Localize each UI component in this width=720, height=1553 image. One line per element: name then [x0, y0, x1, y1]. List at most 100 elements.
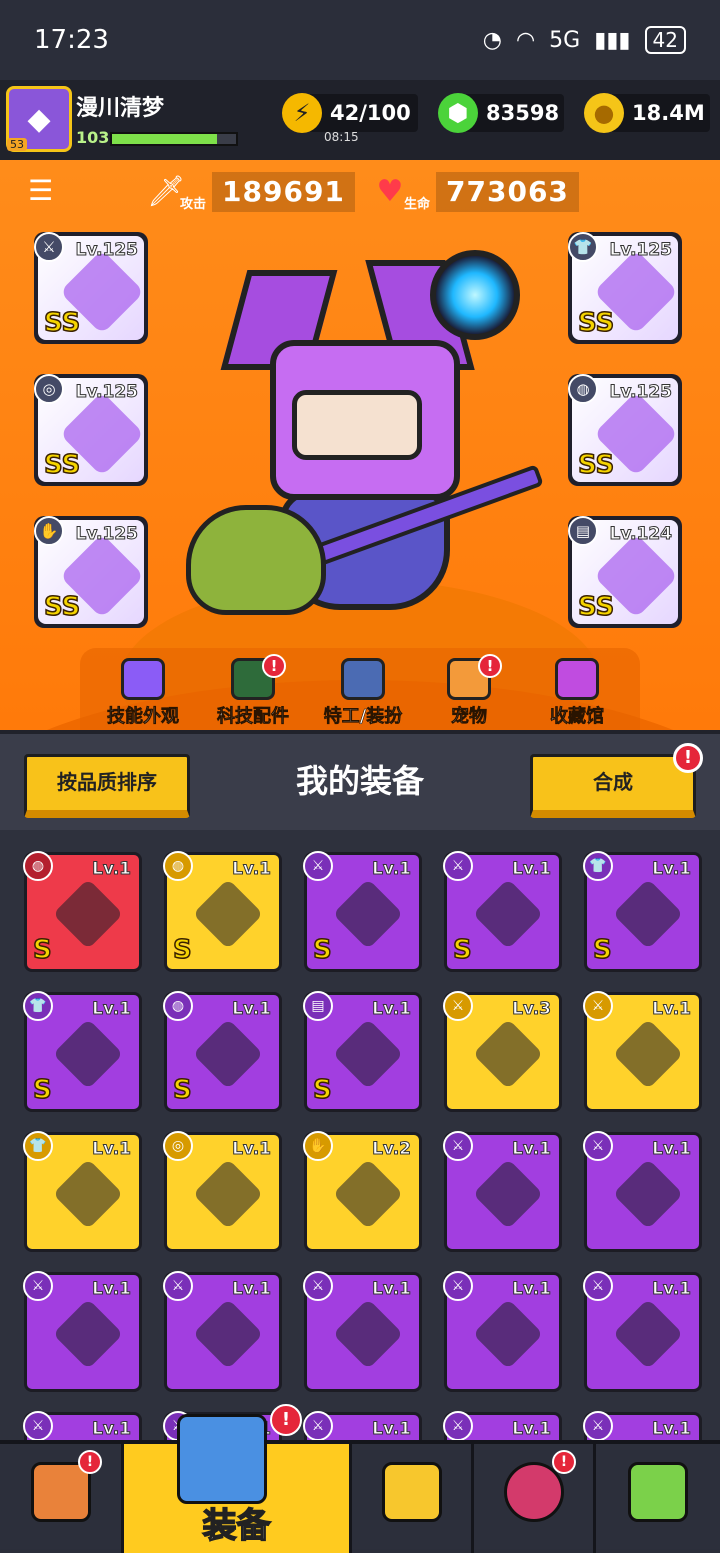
menu-label: 宠物 — [451, 706, 488, 728]
weapon-type-icon: ⚔ — [583, 991, 613, 1021]
belt-type-icon: ◍ — [163, 991, 193, 1021]
inventory-item[interactable]: ⚔ Lv.1 — [443, 1411, 562, 1440]
weapon-type-icon: ⚔ — [163, 1271, 193, 1301]
inventory-item[interactable]: ⚔ Lv.1 S — [443, 851, 562, 972]
weapon-type-icon: ⚔ — [443, 1131, 473, 1161]
character-display: ☰ 🗡 攻击 189691 ♥ 生命 773063 ⚔ Lv.125 SS ◎ … — [0, 160, 720, 730]
merge-label: 合成 — [593, 770, 633, 794]
tab-equipment[interactable]: ! 装备 — [124, 1404, 352, 1553]
slot-level: Lv.125 — [75, 240, 138, 261]
inventory-item[interactable]: ⚔ Lv.1 — [583, 1271, 702, 1392]
slot-level: Lv.125 — [75, 382, 138, 403]
weapon-type-icon: ⚔ — [443, 851, 473, 881]
inventory-item[interactable]: ◍ Lv.1 S — [23, 851, 142, 972]
menu-tech-parts[interactable]: 科技配件 ! — [198, 654, 308, 730]
item-rank: S — [312, 934, 332, 966]
weapon-type-icon: ⚔ — [583, 1411, 613, 1440]
clock: 17:23 — [34, 25, 109, 55]
tab-shop[interactable]: ! — [0, 1444, 124, 1553]
player-avatar[interactable]: ◆ 53 — [6, 86, 72, 152]
gold-coin-icon: ● — [584, 93, 624, 133]
item-level: Lv.1 — [512, 1419, 552, 1440]
inventory-item[interactable]: ⚔ Lv.1 — [583, 991, 702, 1112]
inventory-item[interactable]: 👕 Lv.1 S — [583, 851, 702, 972]
speed-icon: ◔ — [482, 27, 502, 53]
equipped-slot-armor[interactable]: 👕 Lv.125 SS — [568, 232, 682, 344]
merge-button[interactable]: 合成 ! — [530, 743, 703, 818]
attack-value: 189691 — [212, 172, 355, 212]
slot-rank: SS — [43, 307, 81, 339]
inventory-item[interactable]: ✋ Lv.2 — [303, 1131, 422, 1252]
inventory-item[interactable]: ◍ Lv.1 S — [163, 991, 282, 1112]
tab-talent[interactable]: ! — [474, 1444, 596, 1553]
menu-label: 特工/装扮 — [323, 706, 403, 728]
green-gem-icon: ⬢ — [438, 93, 478, 133]
bottom-tab-bar: ! ! 装备 ! — [0, 1404, 720, 1553]
menu-label: 技能外观 — [107, 706, 180, 728]
inventory-item[interactable]: ⚔ Lv.1 — [583, 1411, 702, 1440]
equipped-slot-necklace[interactable]: ◎ Lv.125 SS — [34, 374, 148, 486]
sort-by-quality-button[interactable]: 按品质排序 — [24, 754, 190, 818]
coin-counter[interactable]: ● 18.4M — [584, 93, 710, 133]
weapon-art — [472, 878, 544, 950]
hp-stat: ♥ 生命 773063 — [370, 172, 579, 212]
energy-counter[interactable]: ⚡ 42/100 08:15 — [282, 93, 418, 144]
slot-rank: SS — [43, 591, 81, 623]
item-level: Lv.1 — [652, 859, 692, 880]
item-rank: S — [172, 934, 192, 966]
inventory-item[interactable]: ⚔ Lv.1 — [303, 1411, 422, 1440]
inventory-item[interactable]: ⚔ Lv.3 — [443, 991, 562, 1112]
inventory-item[interactable]: ⚔ Lv.1 — [23, 1271, 142, 1392]
equipped-slot-boots[interactable]: ▤ Lv.124 SS — [568, 516, 682, 628]
weapon-type-icon: ⚔ — [23, 1271, 53, 1301]
equipped-slot-belt[interactable]: ◍ Lv.125 SS — [568, 374, 682, 486]
slot-rank: SS — [577, 591, 615, 623]
menu-skill-skins[interactable]: 技能外观 — [88, 658, 198, 730]
inventory-item[interactable]: 👕 Lv.1 — [23, 1131, 142, 1252]
weapon-type-icon: ⚔ — [303, 1411, 333, 1440]
inventory-item[interactable]: ⚔ Lv.1 — [443, 1271, 562, 1392]
gem-counter[interactable]: ⬢ 83598 — [438, 93, 564, 133]
inventory-item[interactable]: ⚔ Lv.1 — [583, 1131, 702, 1252]
item-level: Lv.1 — [232, 1139, 272, 1160]
exp-bar — [110, 132, 238, 146]
menu-collection[interactable]: 收藏馆 — [522, 658, 632, 730]
inventory-item[interactable]: ◍ Lv.1 S — [163, 851, 282, 972]
inventory-item[interactable]: ⚔ Lv.1 — [303, 1271, 422, 1392]
inventory-item[interactable]: ▤ Lv.1 S — [303, 991, 422, 1112]
lightning-orb-icon — [430, 250, 520, 340]
inventory-item[interactable]: ⚔ Lv.1 — [163, 1271, 282, 1392]
slot-level: Lv.125 — [609, 240, 672, 261]
weapon-art — [612, 1298, 684, 1370]
equipped-slot-glove[interactable]: ✋ Lv.125 SS — [34, 516, 148, 628]
tab-evolve[interactable] — [596, 1444, 720, 1553]
inventory-item[interactable]: ⚔ Lv.1 — [23, 1411, 142, 1440]
item-rank: S — [172, 1074, 192, 1106]
menu-agent-outfit[interactable]: 特工/装扮 — [308, 658, 418, 730]
inventory-item[interactable]: ⚔ Lv.1 S — [303, 851, 422, 972]
item-rank: S — [312, 1074, 332, 1106]
menu-label: 科技配件 — [217, 706, 290, 728]
menu-pets[interactable]: 宠物 ! — [414, 654, 524, 730]
item-level: Lv.1 — [92, 1279, 132, 1300]
item-level: Lv.1 — [92, 1419, 132, 1440]
weapon-type-icon: ⚔ — [23, 1411, 53, 1440]
hero-face — [292, 390, 422, 460]
dna-capsule-icon — [628, 1462, 688, 1522]
notification-badge: ! — [270, 1404, 302, 1436]
inventory-item[interactable]: ⚔ Lv.1 — [443, 1131, 562, 1252]
equipped-slot-weapon[interactable]: ⚔ Lv.125 SS — [34, 232, 148, 344]
item-level: Lv.2 — [372, 1139, 412, 1160]
inventory-grid: ◍ Lv.1 S ◍ Lv.1 S ⚔ Lv.1 S ⚔ Lv.1 S 👕 Lv.1 S 👕 Lv.1 S ◍ Lv.… — [0, 830, 720, 1440]
top-bar: ◆ 53 漫川清梦 103 ⚡ 42/100 08:15 ⬢ 83598 ● 1… — [0, 80, 720, 160]
inventory-item[interactable]: ◎ Lv.1 — [163, 1131, 282, 1252]
tab-battle[interactable] — [352, 1444, 474, 1553]
item-level: Lv.1 — [92, 859, 132, 880]
item-rank: S — [592, 934, 612, 966]
menu-list-icon[interactable]: ☰ — [28, 176, 58, 206]
energy-timer: 08:15 — [324, 130, 359, 144]
inventory-item[interactable]: 👕 Lv.1 S — [23, 991, 142, 1112]
glove-type-icon: ✋ — [34, 516, 64, 546]
item-level: Lv.1 — [232, 1279, 272, 1300]
stars-orb-icon — [503, 1462, 564, 1522]
